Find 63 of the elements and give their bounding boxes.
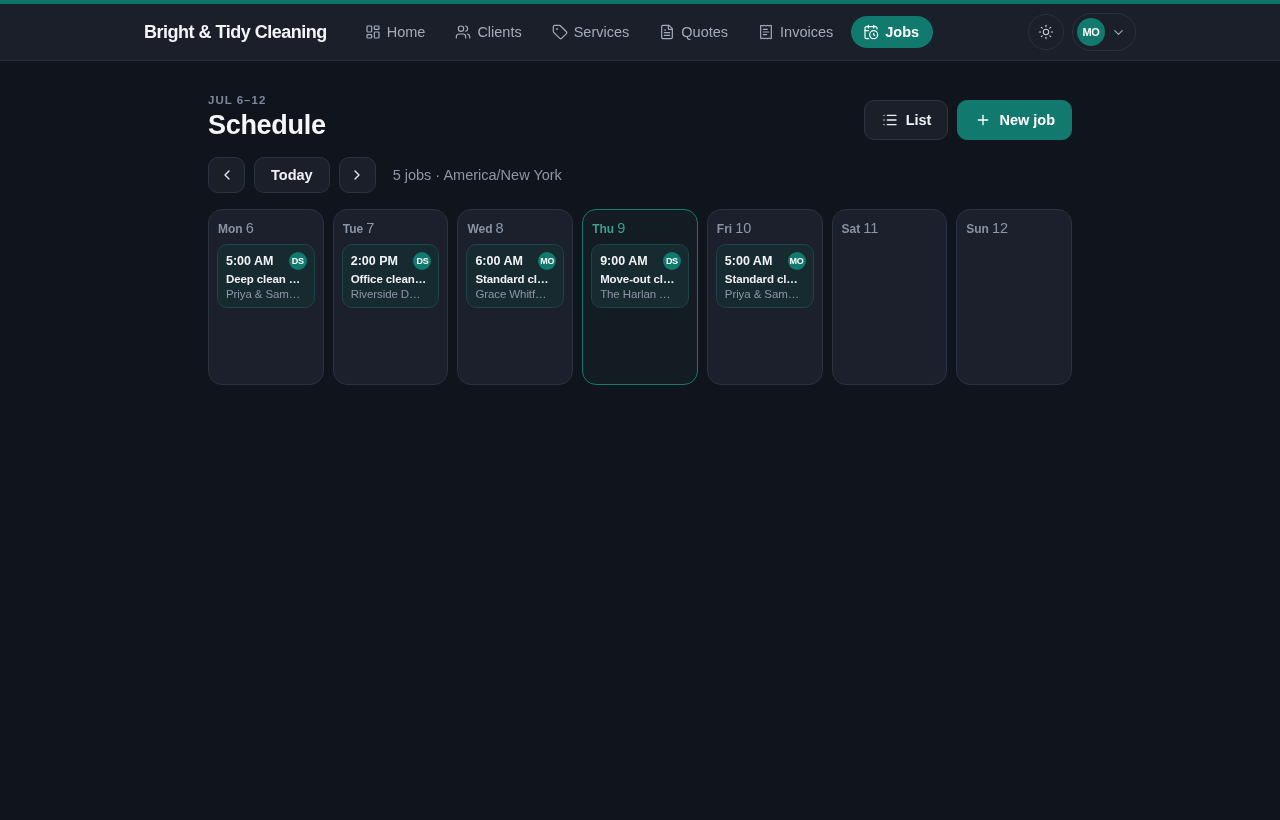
weekday-label: Wed — [467, 222, 493, 236]
nav-link[interactable]: Jobs — [851, 16, 934, 48]
tag-icon — [551, 24, 568, 40]
assignee-avatar: DS — [288, 252, 307, 270]
job-time: 2:00 PM — [350, 254, 398, 268]
assignee-avatar: MO — [538, 252, 557, 270]
day-number: 11 — [863, 220, 879, 236]
day-number: 8 — [495, 220, 504, 236]
jobs-summary: 5 jobs · America/New York — [392, 167, 562, 183]
job-card[interactable]: 2:00 PM DS Office clean… Riverside D… — [341, 244, 440, 308]
nav-link[interactable]: Quotes — [647, 16, 743, 48]
job-time: 5:00 AM — [724, 254, 773, 268]
weekday-label: Tue — [342, 222, 364, 236]
users-icon — [455, 24, 472, 40]
assignee-avatar: DS — [662, 252, 681, 270]
day-number: 9 — [617, 220, 626, 236]
day-number: 12 — [991, 220, 1009, 236]
job-client: The Harlan … — [600, 288, 672, 300]
user-avatar: MO — [1077, 18, 1105, 46]
next-week-button[interactable] — [338, 157, 376, 193]
brand-name: Bright & Tidy Cleaning — [144, 21, 327, 43]
today-button[interactable]: Today — [254, 157, 330, 193]
nav-link[interactable]: Home — [352, 16, 440, 48]
sun-icon — [1038, 24, 1054, 40]
job-card[interactable]: 5:00 AM MO Standard cl… Priya & Sam… — [715, 244, 814, 308]
job-title: Standard cl… — [724, 273, 799, 285]
weekday-label: Mon — [218, 222, 243, 236]
job-client: Grace Whitf… — [475, 288, 548, 300]
job-card[interactable]: 9:00 AM DS Move-out cl… The Harlan … — [591, 244, 689, 308]
job-title: Office clean… — [350, 273, 428, 285]
nav-link[interactable]: Invoices — [746, 16, 848, 48]
job-client: Priya & Sam… — [724, 288, 801, 300]
receipt-icon — [758, 24, 775, 40]
day-number: 10 — [735, 220, 752, 236]
document-icon — [659, 24, 676, 40]
job-title: Move-out cl… — [600, 273, 676, 285]
nav-link[interactable]: Clients — [443, 16, 536, 48]
job-client: Riverside D… — [350, 288, 422, 300]
previous-week-button[interactable] — [208, 157, 245, 193]
day-number: 6 — [245, 220, 254, 236]
day-number: 7 — [366, 220, 375, 236]
job-card[interactable]: 5:00 AM DS Deep clean … Priya & Sam… — [217, 244, 315, 308]
job-time: 9:00 AM — [600, 254, 648, 268]
weekday-label: Fri — [716, 222, 733, 236]
list-view-button[interactable]: List — [863, 100, 949, 140]
job-client: Priya & Sam… — [226, 288, 302, 300]
calendar-clock-icon — [863, 24, 880, 40]
page-title: Schedule — [208, 110, 326, 141]
job-title: Standard cl… — [475, 273, 550, 285]
job-card[interactable]: 6:00 AM MO Standard cl… Grace Whitf… — [466, 244, 565, 308]
date-range-label: JUL 6–12 — [208, 94, 268, 106]
weekday-label: Sat — [841, 222, 861, 236]
assignee-avatar: MO — [787, 252, 806, 270]
dashboard-icon — [364, 24, 381, 40]
job-title: Deep clean … — [226, 273, 302, 285]
weekday-label: Sun — [966, 222, 989, 236]
weekday-label: Thu — [592, 222, 615, 236]
list-icon — [881, 112, 898, 128]
new-job-button[interactable]: New job — [957, 100, 1072, 140]
assignee-avatar: DS — [413, 252, 432, 270]
job-time: 6:00 AM — [475, 254, 523, 268]
nav-link[interactable]: Services — [539, 16, 644, 48]
job-time: 5:00 AM — [226, 254, 274, 268]
